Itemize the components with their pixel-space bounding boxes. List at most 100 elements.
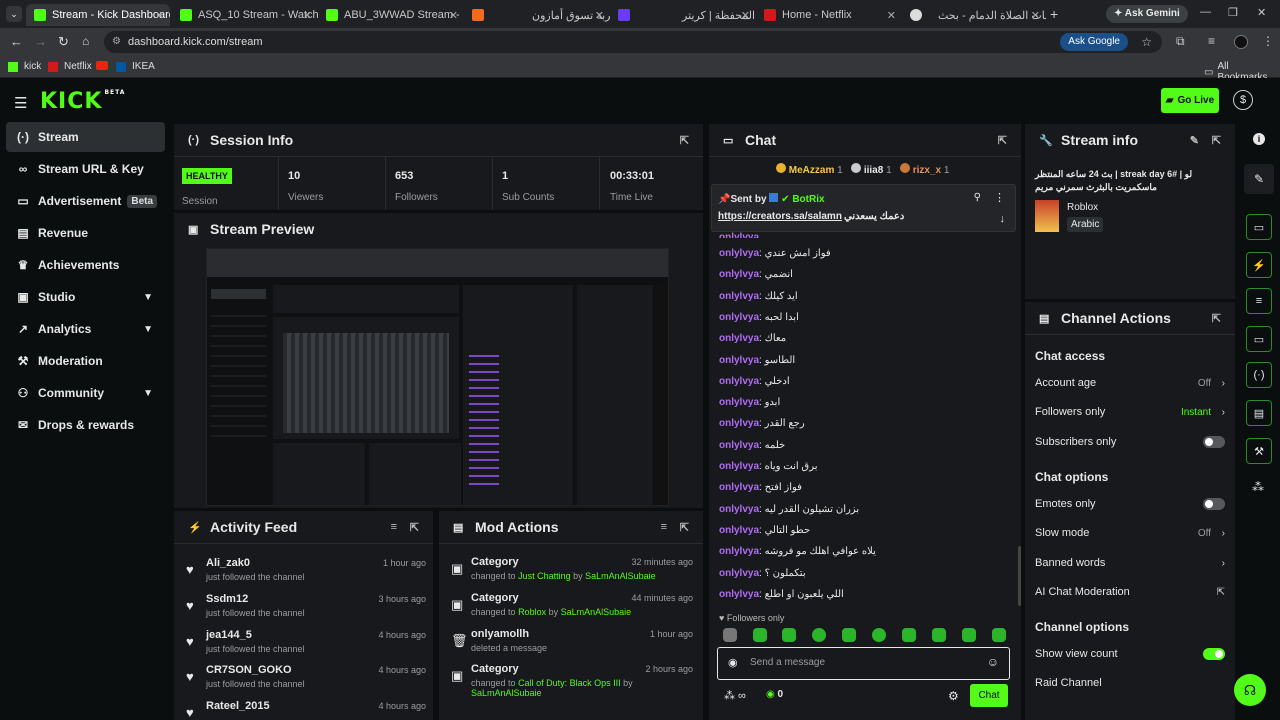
emote-icon[interactable] xyxy=(932,628,946,642)
activity-item[interactable]: ♥ jea144_5 just followed the channel 4 hour… xyxy=(186,627,426,663)
chat-message[interactable]: onlylvya: خلمه xyxy=(719,440,785,451)
chat-username[interactable]: onlylvya xyxy=(719,589,759,600)
minimize-icon[interactable]: — xyxy=(1200,6,1211,18)
reload-icon[interactable]: ↻ xyxy=(58,34,69,50)
sidebar-item-advertisement[interactable]: ▭ Advertisement Beta xyxy=(6,186,165,216)
mod-action-target[interactable]: Roblox xyxy=(518,607,546,617)
chat-message[interactable]: onlylvya: ايد كيلك xyxy=(719,291,798,302)
link-icon[interactable]: ⁂ ∞ xyxy=(724,689,746,702)
emote-icon[interactable] xyxy=(842,628,856,642)
sidebar-item-stream-url[interactable]: ∞ Stream URL & Key xyxy=(6,154,165,184)
chat-username[interactable]: onlylvya xyxy=(719,397,759,408)
chat-message[interactable]: onlylvya: اللي يلعبون او اطلع xyxy=(719,589,844,600)
emoji-icon[interactable]: ☺ xyxy=(987,655,999,669)
go-live-button[interactable]: ▰ Go Live xyxy=(1161,88,1219,113)
tab-amazon[interactable]: عربة تسوق أمازون ✕ xyxy=(464,4,610,26)
sidebar-item-community[interactable]: ⚇ Community ▼ xyxy=(6,378,165,408)
chat-username[interactable]: onlylvya xyxy=(719,269,759,280)
chat-message[interactable]: onlylvya: ابدو xyxy=(719,397,780,408)
chat-username[interactable]: onlylvya xyxy=(719,333,759,344)
emote-icon[interactable] xyxy=(782,628,796,642)
gifter-name[interactable]: rizx_x xyxy=(913,165,941,176)
bookmark-netflix[interactable]: Netflix xyxy=(48,61,92,72)
chat-message[interactable]: onlylvya: ابدا لحبه xyxy=(719,312,799,323)
chat-message[interactable]: onlylvya: برق انت وياه xyxy=(719,461,818,472)
sidebar-item-analytics[interactable]: ↗ Analytics ▼ xyxy=(6,314,165,344)
tab-crypto[interactable]: المحفظة | كريتر ✕ xyxy=(610,4,756,26)
chat-username[interactable]: onlylvya xyxy=(719,248,759,259)
maximize-icon[interactable]: ❐ xyxy=(1228,6,1238,19)
bookmark-youtube[interactable] xyxy=(96,61,108,70)
chat-username[interactable]: onlylvya xyxy=(719,482,759,493)
apps-icon[interactable]: ⁂ xyxy=(1252,480,1264,494)
new-tab-button[interactable]: + xyxy=(1050,6,1058,22)
ask-google-button[interactable]: Ask Google xyxy=(1060,33,1128,51)
subscribers-only-toggle[interactable] xyxy=(1203,436,1225,448)
bookmark-ikea[interactable]: IKEA xyxy=(116,61,155,72)
emote-icon[interactable] xyxy=(812,628,826,642)
tab-netflix[interactable]: Home - Netflix ✕ xyxy=(756,4,902,26)
broadcast-icon[interactable]: (·) xyxy=(1246,362,1272,388)
star-icon[interactable]: ☆ xyxy=(1141,35,1152,49)
chat-message[interactable]: onlylvya: فواز افتح xyxy=(719,482,802,493)
chat-username[interactable]: onlylvya xyxy=(719,376,759,387)
chat-message[interactable]: onlylvya: ادخلي xyxy=(719,376,790,387)
lightning-icon[interactable]: ⚡ xyxy=(1246,252,1272,278)
more-options-icon[interactable]: ⋮ xyxy=(994,191,1005,204)
video-panel-icon[interactable]: ▭ xyxy=(1246,214,1272,240)
popout-icon[interactable]: ⇱ xyxy=(1212,134,1221,147)
popout-icon[interactable]: ⇱ xyxy=(1212,312,1221,325)
account-age-row[interactable]: Account age Off › xyxy=(1035,374,1225,392)
user-badge-icon[interactable]: ◉ xyxy=(728,656,738,669)
chat-username[interactable]: onlylvya xyxy=(719,418,759,429)
mod-action-item[interactable]: ▣ Category changed to Call of Duty: Black … xyxy=(451,662,693,706)
emotes-only-row[interactable]: Emotes only xyxy=(1035,495,1225,513)
mod-action-item[interactable]: 🗑 onlyamollh deleted a message 1 hour ago xyxy=(451,627,693,663)
back-icon[interactable]: ← xyxy=(10,34,23,49)
edit-layout-icon[interactable]: ✎ xyxy=(1244,164,1274,194)
tab-prayer-times[interactable]: اوقات الصلاة الدمام - بحث✕ xyxy=(902,4,1046,26)
currency-icon[interactable]: $ xyxy=(1233,90,1253,110)
popout-icon[interactable]: ⇱ xyxy=(680,521,689,534)
mod-action-user[interactable]: SaLmAnAlSubaie xyxy=(561,607,632,617)
pinned-user[interactable]: BotRix xyxy=(792,194,824,205)
filter-icon[interactable]: ≡ xyxy=(661,521,667,533)
sidebar-item-studio[interactable]: ▣ Studio ▼ xyxy=(6,282,165,312)
chat-username[interactable]: onlylvya xyxy=(719,440,759,451)
help-chat-icon[interactable]: ☊ xyxy=(1234,674,1266,706)
chat-username[interactable]: onlylvya xyxy=(719,568,759,579)
chat-message[interactable]: onlylvya: فواز امش عندي xyxy=(719,248,831,259)
stream-preview-video[interactable] xyxy=(206,248,669,506)
chat-message[interactable]: onlylvya: بتكملون ؟ xyxy=(719,568,806,579)
close-window-icon[interactable]: ✕ xyxy=(1257,6,1266,19)
extensions-icon[interactable]: ⧉ xyxy=(1176,34,1185,49)
chat-username[interactable]: onlylvya xyxy=(719,312,759,323)
filter-icon[interactable]: ≡ xyxy=(391,521,397,533)
forward-icon[interactable]: → xyxy=(34,34,47,49)
popout-icon[interactable]: ⇱ xyxy=(998,134,1007,147)
chat-username[interactable]: onlylvya xyxy=(719,504,759,515)
category-thumbnail[interactable] xyxy=(1035,200,1059,232)
profile-avatar[interactable] xyxy=(1234,35,1248,49)
activity-item[interactable]: ♥ Ssdm12 just followed the channel 3 hours … xyxy=(186,591,426,627)
mod-action-user[interactable]: SaLmAnAlSubaie xyxy=(471,688,542,698)
chat-message[interactable]: onlylvya: يلاه عوافي اهلك مو فروشه xyxy=(719,546,876,557)
emote-icon[interactable] xyxy=(962,628,976,642)
emote-icon[interactable] xyxy=(723,628,737,642)
close-icon[interactable]: ✕ xyxy=(1031,9,1040,22)
settings-icon[interactable]: ⚙ xyxy=(948,689,959,703)
sidebar-item-moderation[interactable]: ⚒ Moderation xyxy=(6,346,165,376)
mod-action-target[interactable]: Just Chatting xyxy=(518,571,571,581)
chat-username[interactable]: onlylvya xyxy=(719,232,759,238)
chat-icon[interactable]: ▭ xyxy=(1246,326,1272,352)
kick-logo[interactable]: KICK BETA xyxy=(40,89,125,114)
gifter-name[interactable]: iiia8 xyxy=(864,165,883,176)
ai-moderation-row[interactable]: AI Chat Moderation ⇱ xyxy=(1035,583,1225,601)
close-icon[interactable]: ✕ xyxy=(449,9,458,22)
chat-username[interactable]: onlylvya xyxy=(719,546,759,557)
close-icon[interactable]: ✕ xyxy=(741,9,750,22)
list-icon[interactable]: ≡ xyxy=(1246,288,1272,314)
points-counter[interactable]: ◉ 0 xyxy=(766,689,783,700)
tab-kick-dashboard[interactable]: Stream - Kick Dashboard ✕ xyxy=(26,4,170,26)
bookmark-kick[interactable]: kick xyxy=(8,61,41,72)
